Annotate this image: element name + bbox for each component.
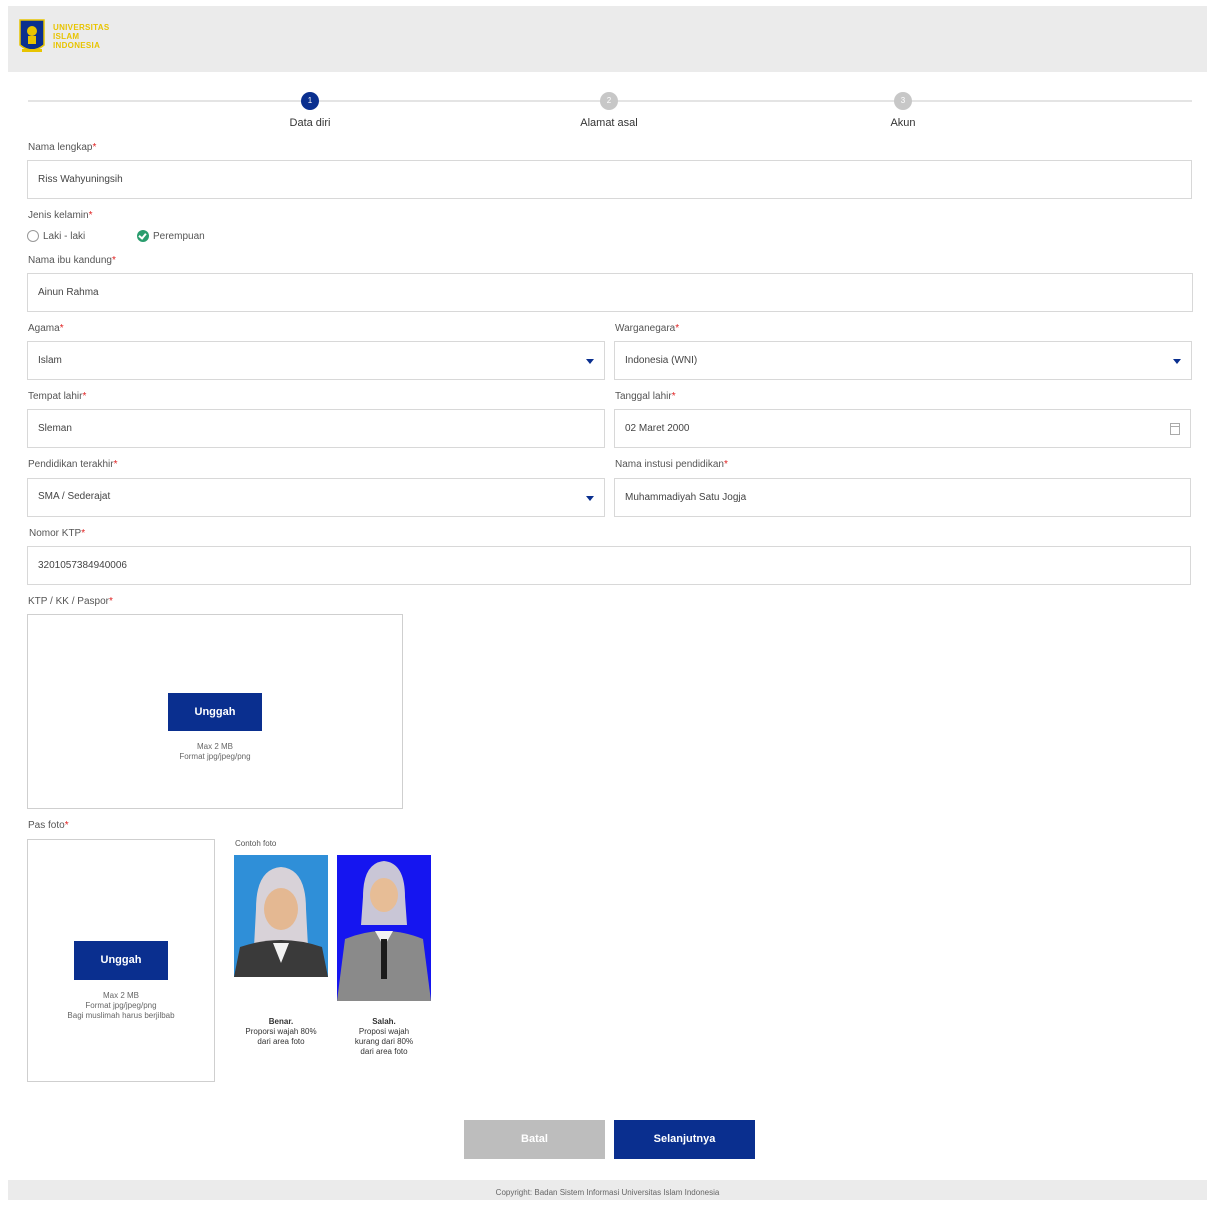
gender-radio-female[interactable] — [137, 230, 149, 242]
chevron-down-icon — [586, 496, 594, 501]
ktp-number-label: Nomor KTP* — [29, 528, 86, 539]
university-logo-icon — [19, 19, 45, 52]
birthdate-input[interactable]: 02 Maret 2000 — [614, 409, 1191, 448]
ktp-upload-hint: Max 2 MB Format jpg/jpeg/png — [179, 742, 251, 761]
ktp-number-input[interactable]: 3201057384940006 — [27, 546, 1191, 585]
birthplace-label: Tempat lahir* — [28, 391, 87, 402]
photo-upload-label: Pas foto* — [28, 820, 69, 831]
example-wrong-caption: Salah. Proposi wajah kurang dari 80% dar… — [354, 1017, 414, 1056]
university-logo-text: UNIVERSITAS ISLAM INDONESIA — [53, 23, 110, 50]
gender-radio-male[interactable] — [27, 230, 39, 242]
footer: Copyright: Badan Sistem Informasi Univer… — [8, 1180, 1207, 1200]
step-1-indicator: 1 — [301, 92, 319, 110]
institution-label: Nama instusi pendidikan* — [615, 459, 728, 470]
photo-upload-button[interactable]: Unggah — [74, 941, 168, 980]
example-photo-title: Contoh foto — [235, 839, 277, 848]
example-correct-caption: Benar. Proporsi wajah 80% dari area foto — [245, 1017, 317, 1046]
gender-option-male-label: Laki - laki — [43, 231, 86, 242]
next-button[interactable]: Selanjutnya — [614, 1120, 755, 1159]
step-2-indicator: 2 — [600, 92, 618, 110]
full-name-label: Nama lengkap* — [28, 142, 97, 153]
full-name-input[interactable]: Riss Wahyuningsih — [27, 160, 1192, 199]
gender-label: Jenis kelamin* — [28, 210, 93, 221]
birthdate-label: Tanggal lahir* — [615, 391, 676, 402]
calendar-icon[interactable] — [1170, 423, 1180, 435]
step-2-label: Alamat asal — [580, 117, 638, 129]
example-photo-correct — [234, 855, 328, 977]
mother-name-input[interactable]: Ainun Rahma — [27, 273, 1193, 312]
step-3-indicator: 3 — [894, 92, 912, 110]
ktp-upload-button[interactable]: Unggah — [168, 693, 262, 731]
gender-option-female-label: Perempuan — [153, 231, 205, 242]
citizenship-label: Warganegara* — [615, 323, 680, 334]
mother-name-label: Nama ibu kandung* — [28, 255, 116, 266]
chevron-down-icon — [586, 359, 594, 364]
example-photo-wrong — [337, 855, 431, 1001]
religion-label: Agama* — [28, 323, 64, 334]
religion-select[interactable]: Islam — [27, 341, 605, 380]
birthplace-input[interactable]: Sleman — [27, 409, 605, 448]
institution-input[interactable]: Muhammadiyah Satu Jogja — [614, 478, 1191, 517]
step-3-label: Akun — [890, 117, 916, 129]
education-select[interactable]: SMA / Sederajat — [27, 478, 605, 517]
footer-copyright: Copyright: Badan Sistem Informasi Univer… — [495, 1188, 720, 1197]
photo-upload-hint: Max 2 MB Format jpg/jpeg/png Bagi muslim… — [67, 991, 175, 1020]
cancel-button[interactable]: Batal — [464, 1120, 605, 1159]
education-label: Pendidikan terakhir* — [28, 459, 118, 470]
top-bar — [8, 6, 1207, 72]
citizenship-select[interactable]: Indonesia (WNI) — [614, 341, 1192, 380]
chevron-down-icon — [1173, 359, 1181, 364]
step-1-label: Data diri — [289, 117, 331, 129]
ktp-upload-label: KTP / KK / Paspor* — [28, 596, 113, 607]
